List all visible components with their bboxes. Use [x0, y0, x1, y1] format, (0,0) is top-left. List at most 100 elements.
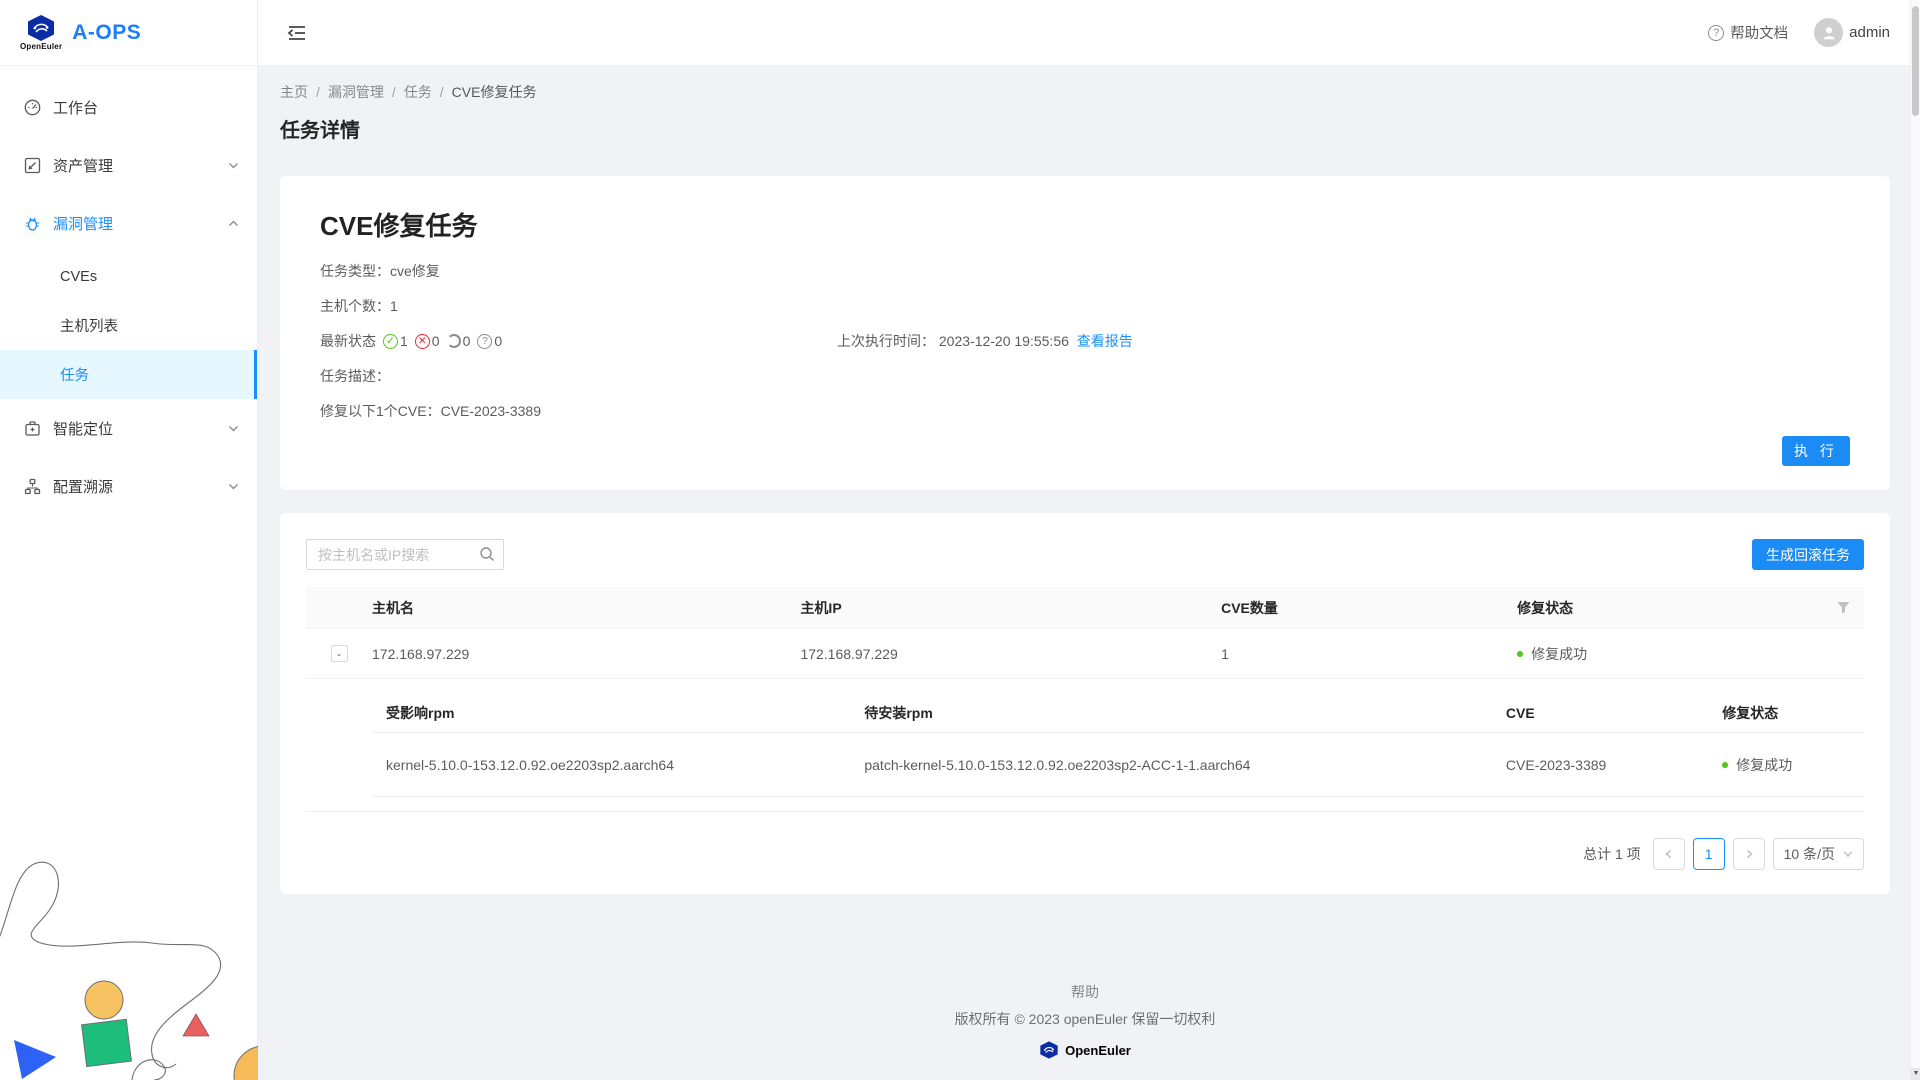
- submenu-item-label: CVEs: [60, 269, 97, 285]
- apartment-icon: [24, 478, 41, 495]
- inner-table-row: kernel-5.10.0-153.12.0.92.oe2203sp2.aarc…: [372, 733, 1864, 797]
- task-desc-line: 任务描述：: [320, 366, 1850, 386]
- host-search: [306, 539, 504, 570]
- task-actions: 执 行: [320, 436, 1850, 466]
- view-report-link[interactable]: 查看报告: [1077, 333, 1133, 349]
- breadcrumb-home[interactable]: 主页: [280, 84, 328, 100]
- success-dot: [1722, 762, 1728, 768]
- footer: 帮助 版权所有 © 2023 openEuler 保留一切权利 OpenEule…: [280, 982, 1890, 1059]
- sidebar-item-label: 工作台: [53, 97, 239, 118]
- cell-affected-rpm: kernel-5.10.0-153.12.0.92.oe2203sp2.aarc…: [372, 757, 864, 773]
- status-unknown: ? 0: [477, 331, 502, 351]
- table-toolbar: 生成回滚任务: [306, 539, 1864, 570]
- scroll-down-button[interactable]: ▼: [1911, 1068, 1920, 1080]
- app-title: A-OPS: [72, 21, 141, 45]
- cve-fix-label: 修复以下1个CVE：: [320, 401, 441, 421]
- breadcrumb-vuln[interactable]: 漏洞管理: [328, 84, 404, 100]
- sidebar-item-smart-locate[interactable]: 智能定位: [0, 399, 257, 457]
- page-size-select[interactable]: 10 条/页: [1773, 838, 1864, 870]
- cell-host-ip: 172.168.97.229: [800, 646, 1221, 662]
- table-row: - 172.168.97.229 172.168.97.229 1 修复成功: [306, 629, 1864, 679]
- collapse-row-button[interactable]: -: [331, 645, 348, 662]
- last-exec-value: 2023-12-20 19:55:56: [939, 333, 1069, 349]
- generate-rollback-button[interactable]: 生成回滚任务: [1752, 539, 1864, 570]
- openeuler-logo-icon: [1039, 1041, 1059, 1059]
- expanded-row: 受影响rpm 待安装rpm CVE 修复状态 kernel-5.10.0-153…: [306, 679, 1864, 812]
- cell-hostname: 172.168.97.229: [372, 646, 800, 662]
- sidebar-item-label: 漏洞管理: [53, 213, 228, 234]
- pagination: 总计 1 项 1 10 条/页: [306, 838, 1864, 870]
- task-type-line: 任务类型： cve修复: [320, 261, 1850, 281]
- col-inner-status: 修复状态: [1722, 703, 1864, 723]
- menu-fold-icon[interactable]: [286, 22, 308, 44]
- prev-page-button[interactable]: [1653, 838, 1685, 870]
- footer-logo-label: OpenEuler: [1065, 1043, 1131, 1058]
- page-title: 任务详情: [280, 114, 1890, 143]
- sidebar-item-label: 资产管理: [53, 155, 228, 176]
- help-icon: ?: [1708, 25, 1724, 41]
- breadcrumb: 主页漏洞管理任务CVE修复任务: [280, 82, 1890, 102]
- col-cve: CVE: [1506, 705, 1722, 721]
- cell-install-rpm: patch-kernel-5.10.0-153.12.0.92.oe2203sp…: [864, 757, 1506, 773]
- question-circle-icon: ?: [477, 334, 492, 349]
- status-running: 0: [447, 331, 471, 351]
- footer-logo: OpenEuler: [280, 1041, 1890, 1059]
- sidebar-item-tasks[interactable]: 任务: [0, 350, 257, 399]
- host-table-card: 生成回滚任务 主机名 主机IP CVE数量 修复状态: [280, 513, 1890, 894]
- inner-table-header: 受影响rpm 待安装rpm CVE 修复状态: [372, 693, 1864, 733]
- latest-status: 最新状态 ✓ 1 ✕ 0 0: [320, 331, 837, 351]
- sidebar-item-vulnerability[interactable]: 漏洞管理: [0, 194, 257, 252]
- host-table: 主机名 主机IP CVE数量 修复状态 - 172.168.97.229: [306, 587, 1864, 812]
- scrollbar-thumb[interactable]: [1912, 6, 1919, 116]
- main-area: ? 帮助文档 admin 主页漏洞管理任务CVE修复任务 任务详情 CVE修复任…: [258, 0, 1920, 1080]
- sidebar-item-label: 智能定位: [53, 418, 228, 439]
- sidebar: OpenEuler A-OPS 工作台 资产管理: [0, 0, 258, 1080]
- host-count-label: 主机个数：: [320, 296, 390, 316]
- help-doc-link[interactable]: ? 帮助文档: [1708, 22, 1788, 43]
- edit-icon: [24, 157, 41, 174]
- cell-cve-count: 1: [1221, 646, 1517, 662]
- cve-fix-value: CVE-2023-3389: [441, 401, 541, 421]
- host-count-line: 主机个数： 1: [320, 296, 1850, 316]
- sidebar-item-assets[interactable]: 资产管理: [0, 136, 257, 194]
- chevron-down-icon: [228, 423, 239, 434]
- decorative-illustration: [0, 848, 258, 1080]
- col-host-ip: 主机IP: [800, 598, 1221, 618]
- next-page-button[interactable]: [1733, 838, 1765, 870]
- last-exec-label: 上次执行时间：: [837, 333, 935, 349]
- cve-fix-line: 修复以下1个CVE： CVE-2023-3389: [320, 401, 1850, 421]
- brand[interactable]: OpenEuler A-OPS: [0, 0, 257, 66]
- filter-icon[interactable]: [1837, 601, 1850, 614]
- sidebar-item-config-trace[interactable]: 配置溯源: [0, 457, 257, 515]
- search-icon[interactable]: [479, 546, 495, 562]
- task-detail-card: CVE修复任务 任务类型： cve修复 主机个数： 1 最新状态 ✓ 1: [280, 176, 1890, 490]
- col-cve-count: CVE数量: [1221, 598, 1517, 618]
- chevron-up-icon: [228, 218, 239, 229]
- bug-icon: [24, 215, 41, 232]
- status-line: 最新状态 ✓ 1 ✕ 0 0: [320, 331, 1850, 351]
- table-header: 主机名 主机IP CVE数量 修复状态: [306, 587, 1864, 629]
- top-header: ? 帮助文档 admin: [258, 0, 1920, 66]
- help-doc-label: 帮助文档: [1730, 22, 1788, 43]
- sidebar-item-host-list[interactable]: 主机列表: [0, 301, 257, 350]
- search-input[interactable]: [306, 539, 504, 570]
- breadcrumb-current: CVE修复任务: [452, 84, 537, 100]
- sidebar-item-cves[interactable]: CVEs: [0, 252, 257, 301]
- cell-cve: CVE-2023-3389: [1506, 757, 1722, 773]
- openeuler-logo-icon: OpenEuler: [20, 15, 62, 51]
- user-menu[interactable]: admin: [1814, 18, 1890, 47]
- pagination-total: 总计 1 项: [1583, 844, 1641, 864]
- last-exec-block: 上次执行时间： 2023-12-20 19:55:56 查看报告: [837, 331, 1133, 351]
- sidebar-item-workbench[interactable]: 工作台: [0, 78, 257, 136]
- footer-help-link[interactable]: 帮助: [280, 982, 1890, 1002]
- breadcrumb-tasks[interactable]: 任务: [404, 84, 452, 100]
- status-succeed: ✓ 1: [383, 331, 408, 351]
- execute-button[interactable]: 执 行: [1782, 436, 1850, 466]
- page-1-button[interactable]: 1: [1693, 838, 1725, 870]
- submenu-item-label: 任务: [60, 364, 89, 385]
- submenu-item-label: 主机列表: [60, 315, 118, 336]
- success-dot: [1517, 651, 1523, 657]
- col-affected-rpm: 受影响rpm: [372, 703, 864, 723]
- medicine-box-icon: [24, 420, 41, 437]
- app-root: OpenEuler A-OPS 工作台 资产管理: [0, 0, 1920, 1080]
